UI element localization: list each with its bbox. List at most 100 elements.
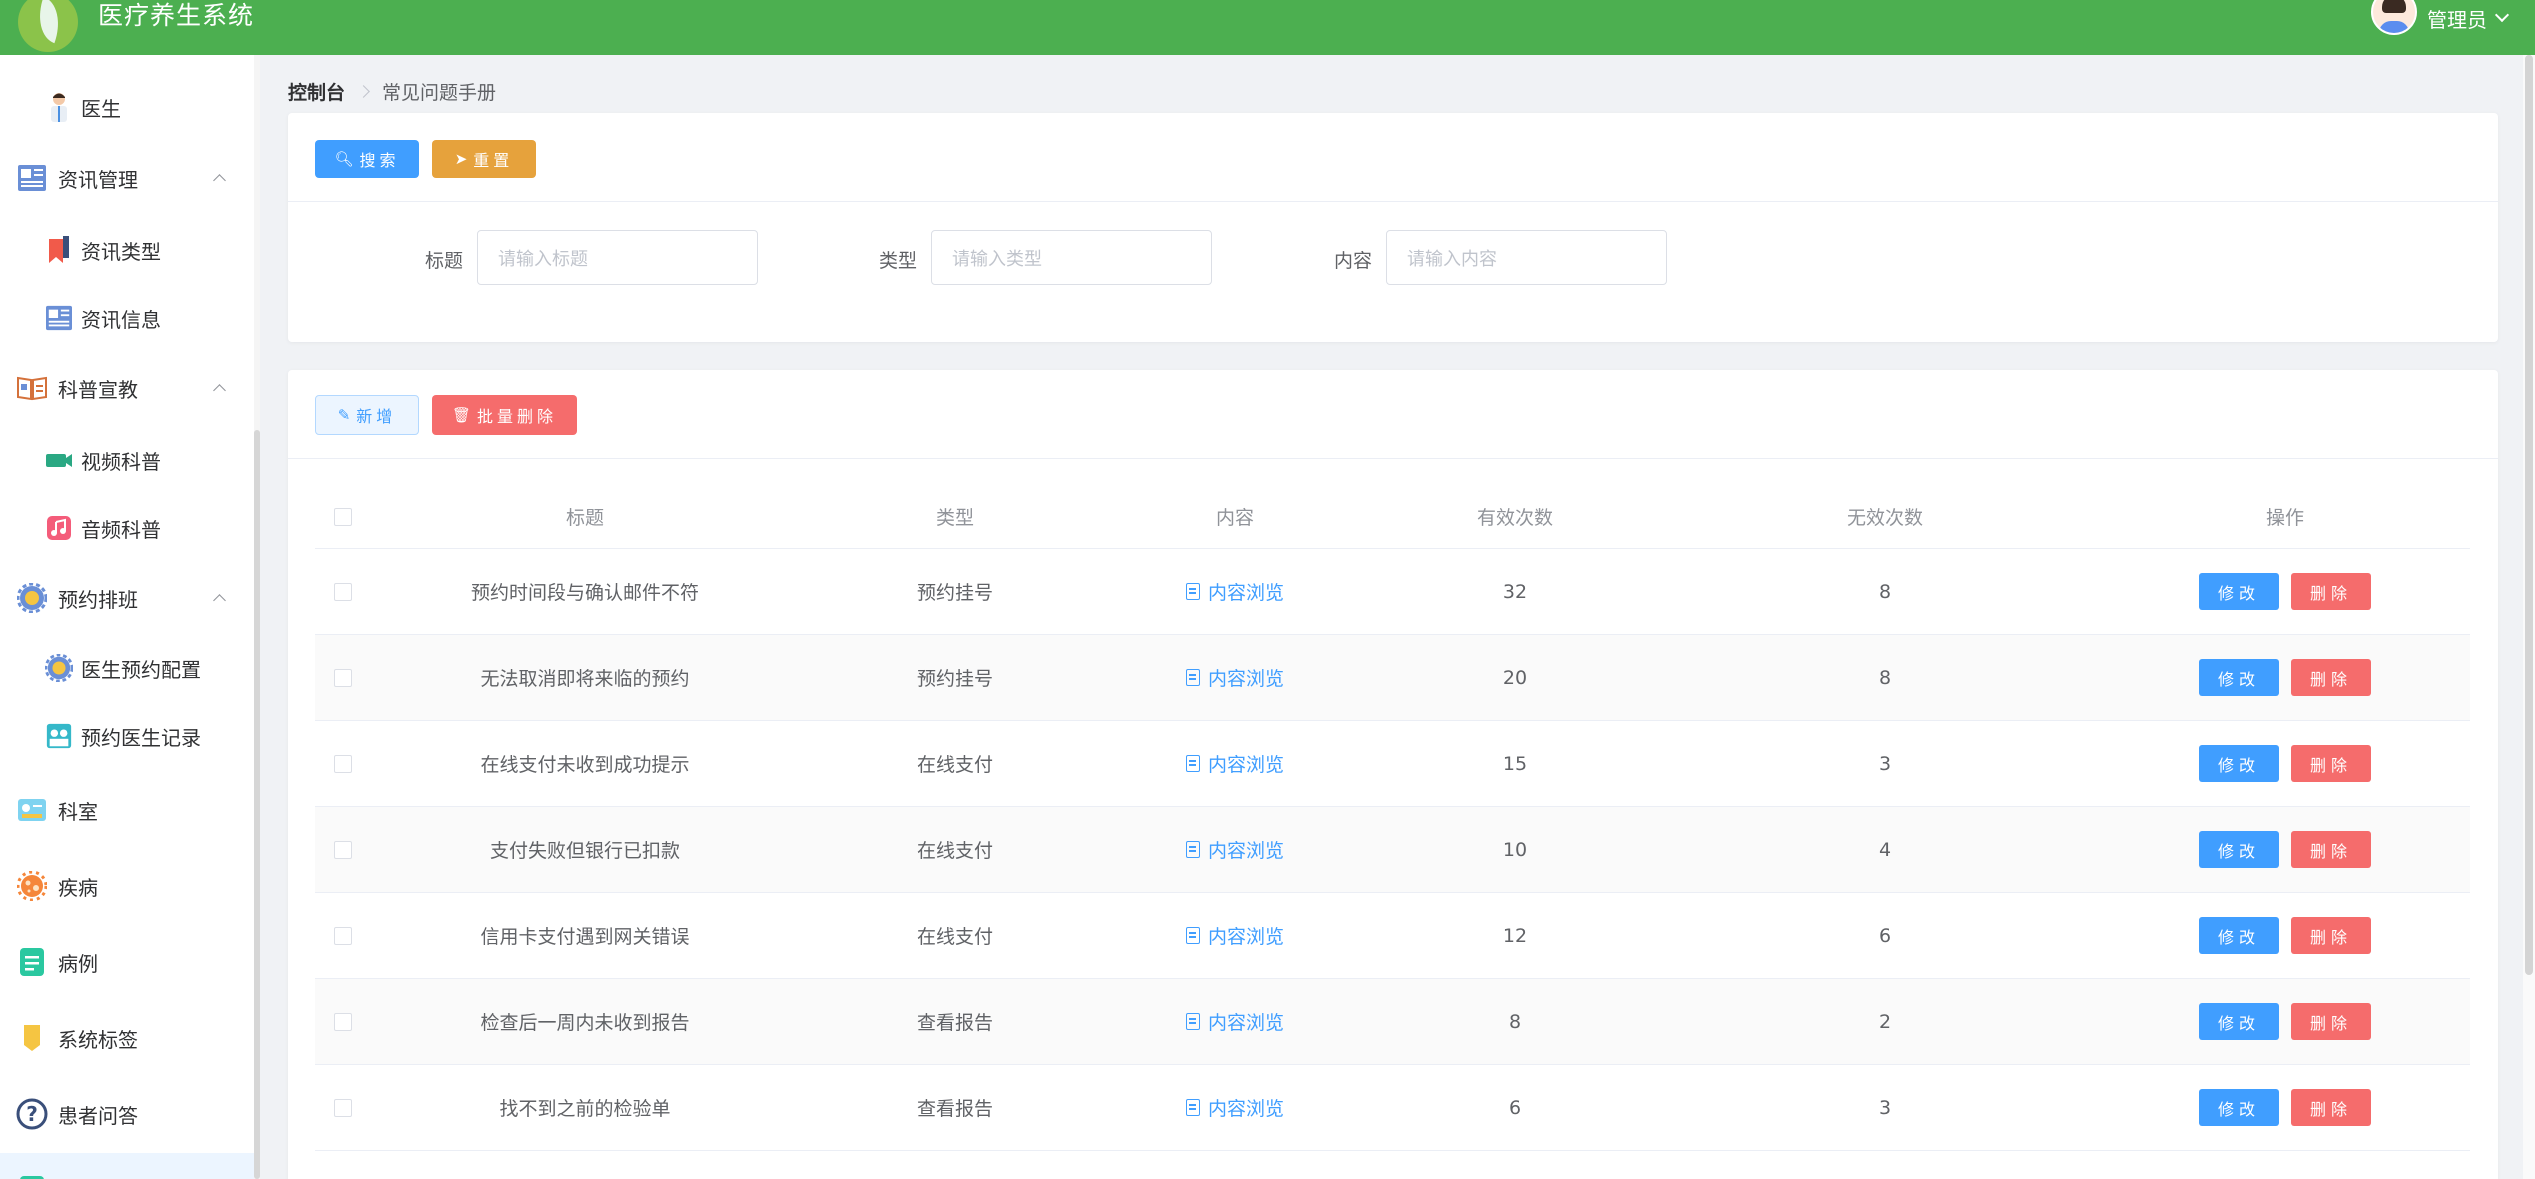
table-row[interactable]: 在线支付未收到成功提示 在线支付 内容浏览 15 3 修改 删除: [315, 721, 2470, 807]
content-cell: 内容浏览: [1110, 1094, 1360, 1121]
chevron-down-icon[interactable]: [2494, 7, 2510, 23]
delete-button[interactable]: 删除: [2291, 659, 2371, 696]
row-checkbox[interactable]: [333, 1098, 352, 1117]
add-button-label: 新增: [356, 407, 397, 426]
column-header[interactable]: 无效次数: [1670, 503, 2100, 530]
delete-button[interactable]: 删除: [2291, 1089, 2371, 1126]
row-checkbox[interactable]: [333, 668, 352, 687]
content-preview-link[interactable]: 内容浏览: [1185, 578, 1284, 605]
sidebar-item-label: 资讯信息: [81, 307, 161, 332]
sidebar-item-system-tags[interactable]: 系统标签: [0, 1001, 254, 1075]
sidebar-item-news-info[interactable]: 资讯信息: [0, 285, 254, 351]
newspaper-icon: [16, 162, 48, 194]
faq-title: 找不到之前的检验单: [499, 1098, 671, 1120]
gear-icon: [45, 654, 73, 682]
delete-button[interactable]: 删除: [2291, 1003, 2371, 1040]
column-header[interactable]: 类型: [800, 503, 1110, 530]
content-preview-link[interactable]: 内容浏览: [1185, 922, 1284, 949]
sidebar-item-science-education[interactable]: 科普宣教: [0, 353, 254, 423]
page-scrollbar[interactable]: [2523, 55, 2535, 1179]
reset-button[interactable]: ➤ 重置: [432, 140, 536, 178]
type-filter-input[interactable]: 请输入类型: [931, 230, 1212, 285]
sidebar-item-audio-science[interactable]: 音频科普: [0, 495, 254, 561]
sidebar-item-doctor[interactable]: 医生: [0, 77, 254, 137]
edit-button[interactable]: 修改: [2199, 1089, 2279, 1126]
title-filter-label: 标题: [424, 250, 463, 272]
title-filter-input[interactable]: 请输入标题: [477, 230, 758, 285]
faq-title: 信用卡支付遇到网关错误: [480, 926, 690, 948]
content-preview-link[interactable]: 内容浏览: [1185, 1094, 1284, 1121]
delete-button[interactable]: 删除: [2291, 917, 2371, 954]
user-menu[interactable]: 管理员: [2371, 0, 2510, 36]
avatar[interactable]: [2371, 0, 2417, 35]
sidebar-item-label: 资讯类型: [81, 239, 161, 264]
delete-button[interactable]: 删除: [2291, 573, 2371, 610]
valid-count: 12: [1502, 924, 1528, 947]
breadcrumb-root[interactable]: 控制台: [288, 78, 345, 105]
edit-button[interactable]: 修改: [2199, 659, 2279, 696]
sidebar-scrollbar[interactable]: [254, 55, 260, 1179]
breadcrumb: 控制台 常见问题手册: [288, 78, 496, 105]
column-header[interactable]: 有效次数: [1360, 503, 1670, 530]
content-preview-link[interactable]: 内容浏览: [1185, 750, 1284, 777]
row-checkbox[interactable]: [333, 1012, 352, 1031]
document-icon: [1185, 755, 1200, 772]
row-checkbox[interactable]: [333, 582, 352, 601]
search-button-label: 搜索: [359, 151, 400, 170]
table-row[interactable]: 预约时间段与确认邮件不符 预约挂号 内容浏览 32 8 修改 删除: [315, 549, 2470, 635]
content-filter-input[interactable]: 请输入内容: [1386, 230, 1667, 285]
edit-button[interactable]: 修改: [2199, 917, 2279, 954]
sidebar-item-patient-qa[interactable]: ? 患者问答: [0, 1077, 254, 1151]
column-header[interactable]: 内容: [1110, 503, 1360, 530]
content-preview-link[interactable]: 内容浏览: [1185, 1008, 1284, 1035]
sidebar-item-label: 疾病: [58, 875, 98, 900]
book-icon: [16, 1174, 48, 1179]
sidebar-scrollbar-thumb[interactable]: [254, 430, 260, 1179]
sidebar-item-video-science[interactable]: 视频科普: [0, 427, 254, 493]
type-filter-label: 类型: [878, 250, 917, 272]
table-row[interactable]: 找不到之前的检验单 查看报告 内容浏览 6 3 修改 删除: [315, 1065, 2470, 1151]
row-checkbox[interactable]: [333, 926, 352, 945]
edit-button[interactable]: 修改: [2199, 831, 2279, 868]
content-preview-link[interactable]: 内容浏览: [1185, 664, 1284, 691]
sidebar-item-case[interactable]: 病例: [0, 925, 254, 999]
question-icon: ?: [16, 1098, 48, 1130]
sidebar-item-disease[interactable]: 疾病: [0, 849, 254, 923]
sidebar-item-news-management[interactable]: 资讯管理: [0, 145, 254, 211]
sidebar-item-label: 医生预约配置: [81, 657, 201, 682]
column-header[interactable]: 标题: [370, 503, 800, 530]
row-checkbox[interactable]: [333, 840, 352, 859]
sidebar-item-department[interactable]: 科室: [0, 773, 254, 847]
row-checkbox[interactable]: [333, 754, 352, 773]
sidebar-item-doctor-appointment-config[interactable]: 医生预约配置: [0, 635, 254, 701]
faq-title: 支付失败但银行已扣款: [489, 840, 680, 862]
edit-button[interactable]: 修改: [2199, 1003, 2279, 1040]
sidebar-item-appointment-schedule[interactable]: 预约排班: [0, 563, 254, 633]
table-row[interactable]: 信用卡支付遇到网关错误 在线支付 内容浏览 12 6 修改 删除: [315, 893, 2470, 979]
content-preview-label: 内容浏览: [1207, 582, 1284, 604]
sidebar-item-label: 病例: [58, 951, 98, 976]
document-icon: [16, 946, 48, 978]
table-row[interactable]: 检查后一周内未收到报告 查看报告 内容浏览 8 2 修改 删除: [315, 979, 2470, 1065]
select-all-checkbox[interactable]: [333, 507, 352, 526]
table-row[interactable]: 支付失败但银行已扣款 在线支付 内容浏览 10 4 修改 删除: [315, 807, 2470, 893]
add-button[interactable]: ✎ 新增: [315, 395, 419, 435]
sidebar-item-doctor-appointment-record[interactable]: 预约医生记录: [0, 703, 254, 769]
sidebar-item-news-type[interactable]: 资讯类型: [0, 217, 254, 283]
divider: [288, 201, 2498, 202]
batch-delete-button[interactable]: 🗑︎ 批量删除: [432, 395, 577, 435]
sidebar-item-faq[interactable]: [0, 1153, 254, 1179]
document-icon: [1185, 927, 1200, 944]
search-button[interactable]: 🔍︎ 搜索: [315, 140, 419, 178]
delete-button[interactable]: 删除: [2291, 745, 2371, 782]
delete-button[interactable]: 删除: [2291, 831, 2371, 868]
user-name[interactable]: 管理员: [2427, 4, 2487, 33]
column-header: 操作: [2265, 507, 2304, 529]
video-camera-icon: [45, 446, 73, 474]
faq-type: 预约挂号: [916, 582, 993, 604]
edit-button[interactable]: 修改: [2199, 573, 2279, 610]
table-row[interactable]: 无法取消即将来临的预约 预约挂号 内容浏览 20 8 修改 删除: [315, 635, 2470, 721]
content-preview-link[interactable]: 内容浏览: [1185, 836, 1284, 863]
edit-button[interactable]: 修改: [2199, 745, 2279, 782]
page-scrollbar-thumb[interactable]: [2525, 55, 2533, 975]
